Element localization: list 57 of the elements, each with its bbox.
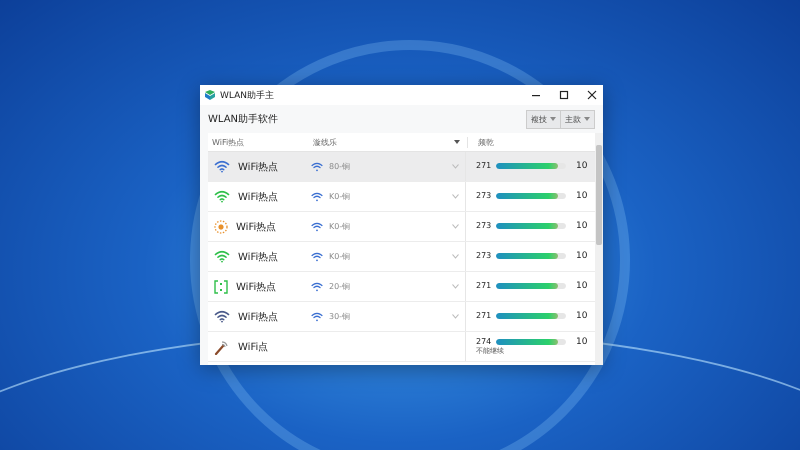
close-icon[interactable]	[587, 90, 597, 100]
column-header[interactable]: 漩线乐	[303, 136, 453, 148]
signal-value: 271	[476, 162, 490, 171]
signal-value: 273	[476, 222, 490, 231]
chevron-icon[interactable]	[452, 224, 459, 229]
signal-reading: 10	[576, 222, 588, 232]
wifi-icon	[311, 222, 323, 232]
app-logo-icon	[204, 89, 216, 101]
caret-icon	[550, 117, 556, 122]
wifi-icon	[311, 282, 323, 292]
hotspot-name: WiFi点	[238, 340, 268, 354]
signal-reading: 10	[576, 338, 588, 348]
channel-label: 20-锏	[329, 281, 350, 292]
channel-label: K0-锏	[329, 251, 350, 262]
chevron-icon[interactable]	[452, 314, 459, 319]
hotspot-name: WiFi热点	[238, 190, 278, 204]
chevron-icon[interactable]	[452, 194, 459, 199]
wifi-icon	[311, 252, 323, 262]
toolbar-title: WLAN助手软件	[208, 112, 278, 126]
chevron-icon[interactable]	[452, 254, 459, 259]
signal-value: 271	[476, 282, 490, 291]
hotspot-row[interactable]: WiFi热点 20-锏 271 10	[208, 272, 595, 302]
caret-icon	[584, 117, 590, 122]
signal-reading: 10	[576, 312, 588, 322]
hotspot-row[interactable]: WiFi热点 K0-锏 273 10	[208, 242, 595, 272]
signal-value: 274	[476, 338, 490, 347]
chevron-icon[interactable]	[452, 284, 459, 289]
wifi-icon	[311, 312, 323, 322]
hotspot-name: WiFi热点	[236, 280, 276, 294]
signal-value: 273	[476, 192, 490, 201]
column-header[interactable]: WiFi热点	[208, 136, 303, 148]
wifi-icon	[311, 162, 323, 172]
hotspot-name: WiFi热点	[238, 310, 278, 324]
signal-reading: 10	[576, 192, 588, 202]
hotspot-name: WiFi热点	[236, 220, 276, 234]
channel-label: K0-锏	[329, 221, 350, 232]
signal-value: 273	[476, 252, 490, 261]
column-header[interactable]: 频乾	[467, 136, 494, 148]
signal-reading: 10	[576, 252, 588, 262]
signal-reading: 10	[576, 162, 588, 172]
wifi-icon	[311, 192, 323, 202]
chevron-icon[interactable]	[452, 164, 459, 169]
caret-icon[interactable]	[453, 139, 461, 145]
hotspot-name: WiFi热点	[238, 160, 278, 174]
channel-label: 80-锏	[329, 161, 350, 172]
window-title: WLAN助手主	[220, 90, 274, 102]
scrollbar[interactable]	[595, 133, 603, 365]
hotspot-row[interactable]: WiFi热点 K0-锏 273 10	[208, 212, 595, 242]
hotspot-row[interactable]: WiFi热点 K0-锏 273 10	[208, 182, 595, 212]
hotspot-name: WiFi热点	[238, 250, 278, 264]
maximize-icon[interactable]	[559, 90, 569, 100]
channel-label: 30-锏	[329, 311, 350, 322]
hotspot-row[interactable]: WiFi热点 30-锏 271 10	[208, 302, 595, 332]
signal-reading: 10	[576, 282, 588, 292]
channel-label: K0-锏	[329, 191, 350, 202]
hotspot-row[interactable]: WiFi热点 80-锏 271 10	[208, 152, 595, 182]
signal-value: 271	[476, 312, 490, 321]
